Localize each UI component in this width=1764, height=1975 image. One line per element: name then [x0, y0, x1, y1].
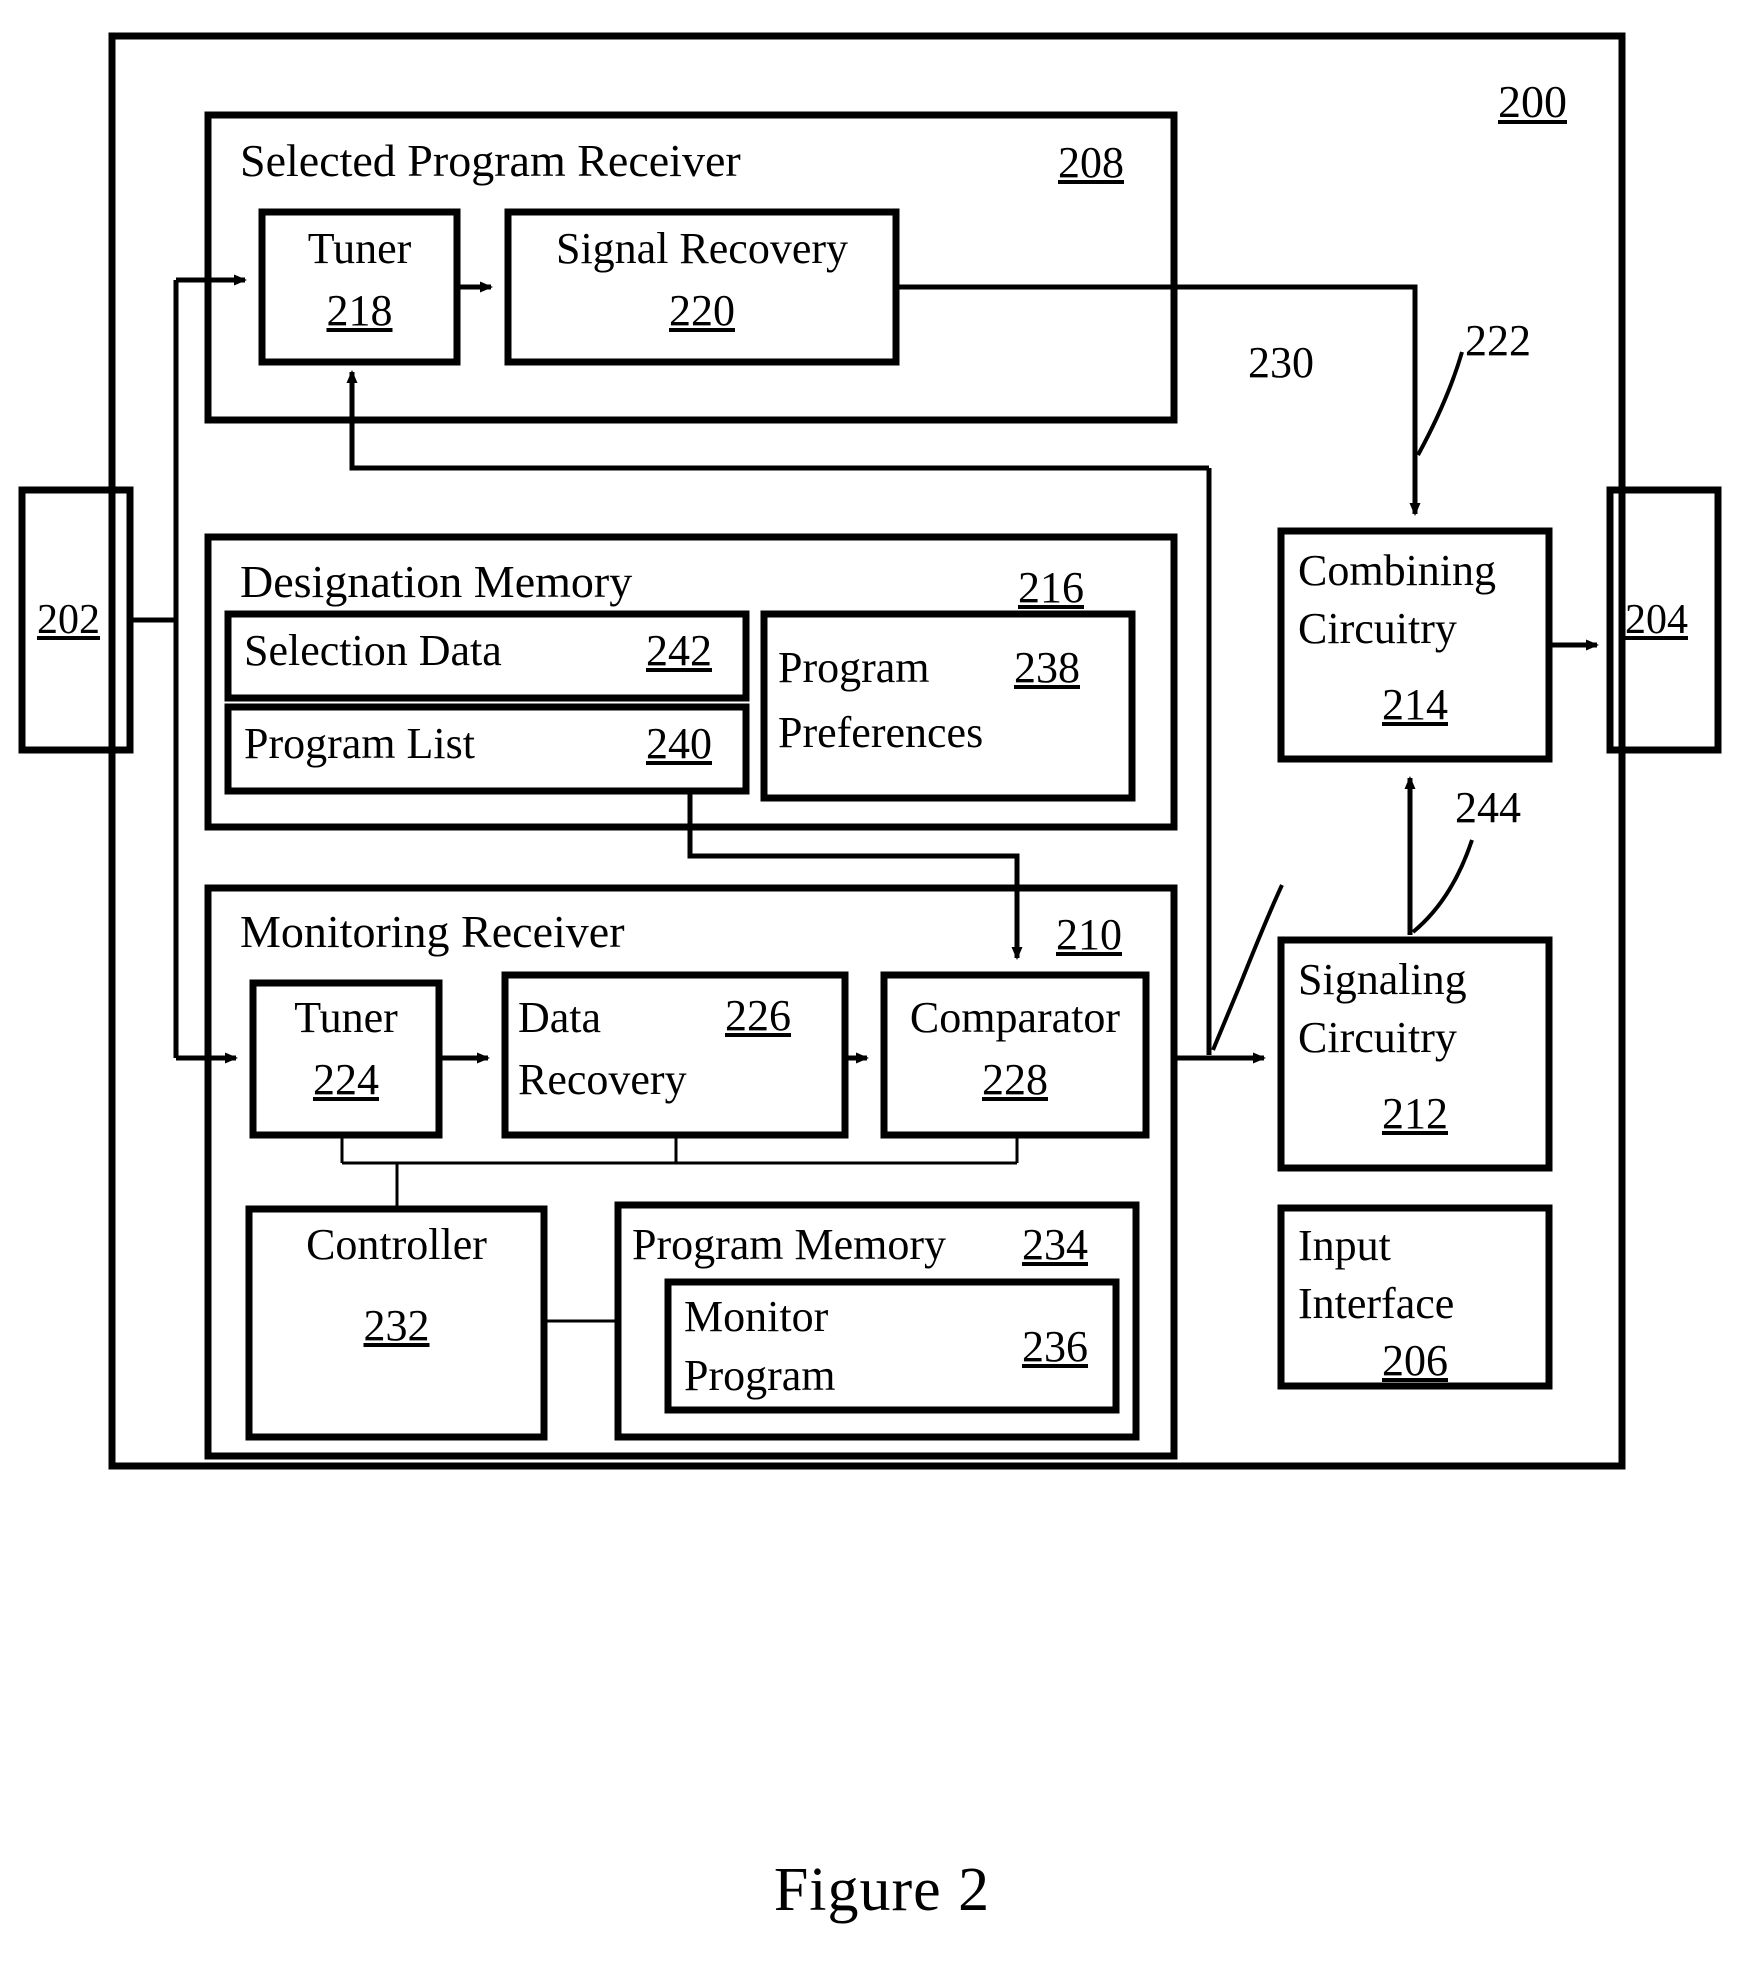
- program-preferences-238-ref: 238: [1014, 643, 1080, 692]
- controller-232-title: Controller: [306, 1220, 487, 1269]
- data-recovery-226-title-line2: Recovery: [518, 1055, 687, 1104]
- monitor-program-236-title-line2: Program: [684, 1351, 836, 1400]
- data-recovery-226-title-line1: Data: [518, 993, 602, 1042]
- patent-figure-page: 200 202 204 Selected Program Receiver 20…: [0, 0, 1764, 1975]
- input-port-ref-202: 202: [37, 597, 100, 643]
- wire-signalrecovery220-to-combining214: [896, 284, 1421, 516]
- program-preferences-238-title-line2: Preferences: [778, 708, 984, 757]
- signaling-circuitry-title-line1: Signaling: [1298, 955, 1467, 1004]
- program-memory-234-title: Program Memory: [632, 1220, 947, 1269]
- input-interface-title-line1: Input: [1298, 1221, 1391, 1270]
- monitor-program-236-title-line1: Monitor: [684, 1292, 829, 1341]
- program-memory-234-ref: 234: [1022, 1220, 1088, 1269]
- designation-memory-ref: 216: [1018, 563, 1084, 612]
- combining-circuitry-title-line1: Combining: [1298, 546, 1497, 595]
- signal-recovery-220-ref: 220: [669, 286, 735, 335]
- monitor-program-236-ref: 236: [1022, 1322, 1088, 1371]
- selected-program-receiver-ref: 208: [1058, 138, 1124, 187]
- program-preferences-238-box: [760, 610, 1136, 802]
- selected-program-receiver-title: Selected Program Receiver: [240, 135, 741, 186]
- tuner-218-ref: 218: [326, 286, 393, 335]
- tuner-224-title: Tuner: [294, 993, 398, 1042]
- leader-230: [1211, 884, 1284, 1051]
- program-list-240-ref: 240: [646, 719, 712, 768]
- signaling-circuitry-ref: 212: [1382, 1089, 1448, 1138]
- tuner-224-ref: 224: [313, 1055, 379, 1104]
- connector-ref-244: 244: [1455, 783, 1521, 832]
- output-port-ref-204: 204: [1625, 597, 1688, 643]
- system-ref-200: 200: [1498, 76, 1567, 127]
- figure-caption: Figure 2: [773, 1856, 991, 1924]
- comparator-228-title: Comparator: [909, 993, 1121, 1042]
- signaling-circuitry-title-line2: Circuitry: [1298, 1013, 1457, 1062]
- designation-memory-title: Designation Memory: [240, 556, 633, 607]
- input-interface-ref: 206: [1382, 1336, 1448, 1385]
- monitoring-receiver-ref: 210: [1056, 910, 1122, 959]
- combining-circuitry-ref: 214: [1382, 680, 1448, 729]
- data-recovery-226-ref: 226: [725, 991, 791, 1040]
- connector-ref-222: 222: [1465, 316, 1531, 365]
- selection-data-242-title: Selection Data: [244, 626, 502, 675]
- leader-222: [1416, 351, 1464, 456]
- program-list-240-title: Program List: [244, 719, 475, 768]
- monitoring-receiver-title: Monitoring Receiver: [240, 906, 625, 957]
- comparator-228-ref: 228: [982, 1055, 1048, 1104]
- wire-designationmemory-to-comparator228: [687, 791, 1023, 960]
- leader-244: [1411, 839, 1474, 934]
- signal-recovery-220-title: Signal Recovery: [555, 224, 849, 273]
- input-interface-title-line2: Interface: [1298, 1279, 1455, 1328]
- combining-circuitry-title-line2: Circuitry: [1298, 604, 1457, 653]
- connector-ref-230: 230: [1248, 338, 1314, 387]
- controller-232-ref: 232: [363, 1301, 430, 1350]
- selection-data-242-ref: 242: [646, 626, 712, 675]
- program-preferences-238-title-line1: Program: [778, 643, 930, 692]
- tuner-218-title: Tuner: [307, 224, 412, 273]
